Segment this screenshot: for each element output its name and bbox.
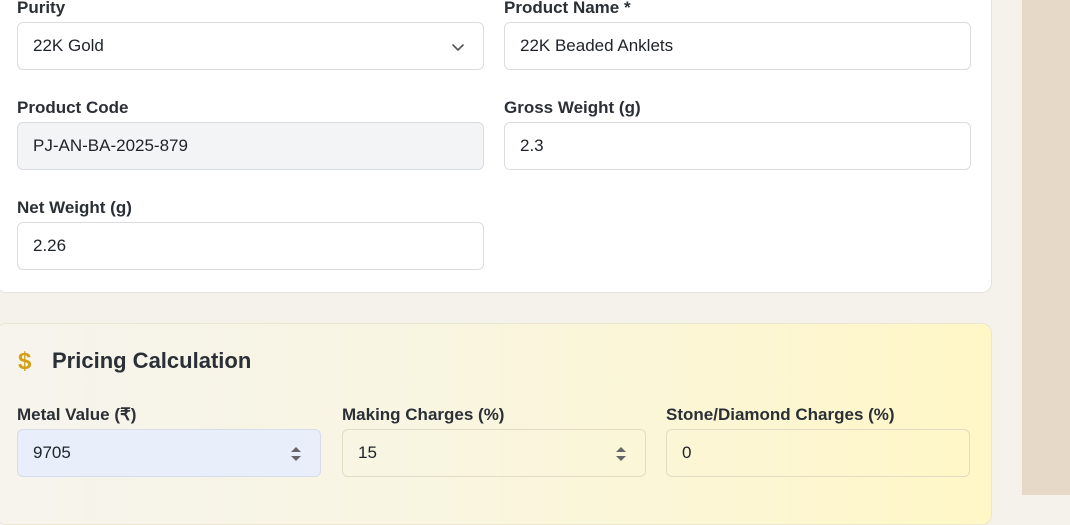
stone-charges-label: Stone/Diamond Charges (%): [666, 405, 895, 424]
product-code-value: PJ-AN-BA-2025-879: [33, 136, 188, 155]
right-edge-panel: [1022, 0, 1070, 495]
stone-charges-value: 0: [682, 443, 692, 462]
product-code-field: PJ-AN-BA-2025-879: [17, 122, 484, 170]
net-weight-value: 2.26: [33, 236, 67, 255]
product-name-value: 22K Beaded Anklets: [520, 36, 674, 55]
making-charges-label: Making Charges (%): [342, 405, 505, 424]
metal-value-value: 9705: [33, 443, 71, 462]
making-charges-input[interactable]: 15: [342, 429, 646, 477]
purity-select[interactable]: 22K Gold: [17, 22, 484, 70]
product-code-label: Product Code: [17, 98, 129, 117]
purity-label: Purity: [17, 0, 66, 17]
product-name-label: Product Name *: [504, 0, 631, 17]
purity-value: 22K Gold: [33, 36, 104, 55]
dollar-icon: $: [18, 348, 32, 375]
making-charges-value: 15: [358, 443, 377, 462]
metal-value-label: Metal Value (₹): [17, 405, 137, 424]
gross-weight-label: Gross Weight (g): [504, 98, 641, 117]
number-stepper-icon[interactable]: [614, 445, 628, 463]
net-weight-input[interactable]: 2.26: [17, 222, 484, 270]
gross-weight-input[interactable]: 2.3: [504, 122, 971, 170]
metal-value-input[interactable]: 9705: [17, 429, 321, 477]
gross-weight-value: 2.3: [520, 136, 544, 155]
net-weight-label: Net Weight (g): [17, 198, 132, 217]
number-stepper-icon[interactable]: [289, 445, 303, 463]
stone-charges-input[interactable]: 0: [666, 429, 970, 477]
product-name-input[interactable]: 22K Beaded Anklets: [504, 22, 971, 70]
pricing-section-title: Pricing Calculation: [52, 348, 252, 373]
chevron-down-icon: [452, 44, 464, 51]
